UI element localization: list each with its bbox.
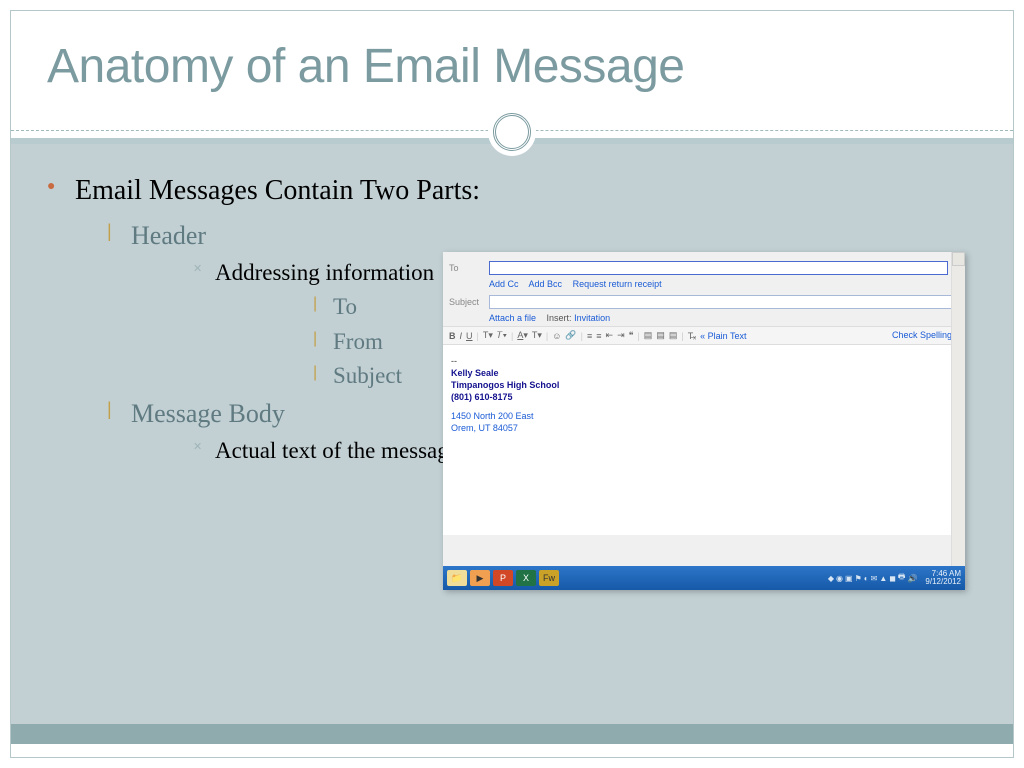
underline-icon[interactable]: U <box>466 331 473 341</box>
powerpoint-icon[interactable]: P <box>493 570 513 586</box>
signature-school: Timpanogos High School <box>451 379 957 391</box>
font-family-icon[interactable]: T▾ <box>483 330 493 341</box>
align-left-icon[interactable]: ▤ <box>644 330 653 341</box>
insert-invitation-link[interactable]: Invitation <box>574 313 610 323</box>
title-divider <box>11 126 1013 144</box>
signature-phone: (801) 610-8175 <box>451 391 957 403</box>
tray-icon[interactable]: 🖶 <box>898 571 906 585</box>
slide-title: Anatomy of an Email Message <box>47 39 977 94</box>
system-tray: ◆ ◉ ▣ ⚑ ◐ ✉ ▲ ◼ 🖶 🔊 7:46 AM 9/12/2012 <box>828 570 961 586</box>
media-player-icon[interactable]: ▶ <box>470 570 490 586</box>
explorer-icon[interactable]: 📁 <box>447 570 467 586</box>
bullet-main-text: Email Messages Contain Two Parts: <box>75 175 480 206</box>
header-label: Header <box>131 221 206 250</box>
tray-icon[interactable]: ◆ <box>828 574 834 583</box>
taskbar-date: 9/12/2012 <box>925 578 961 586</box>
add-bcc-link[interactable]: Add Bcc <box>529 279 563 289</box>
link-icon[interactable]: 🔗 <box>565 330 576 341</box>
italic-icon[interactable]: I <box>460 331 463 341</box>
font-size-icon[interactable]: 𝑇▾ <box>497 330 507 341</box>
quote-icon[interactable]: ❝ <box>629 330 634 341</box>
circle-ornament-icon <box>488 108 536 156</box>
email-compose-screenshot: To ◼ Add Cc Add Bcc Request return recei… <box>443 252 965 590</box>
indent-icon[interactable]: ⇥ <box>617 330 625 341</box>
tray-icon[interactable]: ✉ <box>871 574 878 583</box>
highlight-icon[interactable]: T▾ <box>532 330 542 341</box>
tray-icon[interactable]: 🔊 <box>907 574 917 583</box>
tray-icon[interactable]: ▲ <box>879 574 887 583</box>
to-input[interactable] <box>489 261 948 275</box>
tray-icon[interactable]: ◐ <box>864 574 869 583</box>
plain-text-link[interactable]: « Plain Text <box>700 331 746 341</box>
signature-address1: 1450 North 200 East <box>451 410 957 422</box>
footer-bar <box>11 724 1013 744</box>
bulleted-list-icon[interactable]: ≡ <box>596 331 601 341</box>
tray-icon[interactable]: ▣ <box>845 574 853 583</box>
content-area: Email Messages Contain Two Parts: Header… <box>11 144 1013 724</box>
scroll-up-icon[interactable] <box>952 252 965 266</box>
formatting-toolbar: B I U | T▾ 𝑇▾ | A▾ T▾ | ☺ 🔗 | ≡ ≡ ⇤ ⇥ ❝ … <box>443 326 965 345</box>
check-spelling-link[interactable]: Check Spelling ▾ <box>892 330 959 341</box>
bold-icon[interactable]: B <box>449 331 456 341</box>
to-field-label: To <box>449 263 489 273</box>
emoji-icon[interactable]: ☺ <box>552 331 561 341</box>
subject-field-label: Subject <box>449 297 489 307</box>
addressing-label: Addressing information <box>215 260 434 285</box>
text-color-icon[interactable]: A▾ <box>517 330 528 341</box>
numbered-list-icon[interactable]: ≡ <box>587 331 592 341</box>
slide-frame: Anatomy of an Email Message Email Messag… <box>10 10 1014 758</box>
tray-icon[interactable]: ◉ <box>836 574 843 583</box>
message-body-label: Message Body <box>131 399 285 428</box>
align-right-icon[interactable]: ▤ <box>669 330 678 341</box>
fireworks-icon[interactable]: Fw <box>539 570 559 586</box>
email-body-area[interactable]: -- Kelly Seale Timpanogos High School (8… <box>443 345 965 535</box>
tray-icon[interactable]: ⚑ <box>855 574 862 583</box>
windows-taskbar: 📁 ▶ P X Fw ◆ ◉ ▣ ⚑ ◐ ✉ ▲ ◼ 🖶 🔊 7: <box>443 566 965 590</box>
outdent-icon[interactable]: ⇤ <box>606 330 614 341</box>
scrollbar[interactable] <box>951 252 965 566</box>
excel-icon[interactable]: X <box>516 570 536 586</box>
add-cc-link[interactable]: Add Cc <box>489 279 519 289</box>
align-center-icon[interactable]: ▤ <box>656 330 665 341</box>
clear-format-icon[interactable]: T̶ₓ <box>688 331 696 341</box>
attach-file-link[interactable]: Attach a file <box>489 313 536 323</box>
request-receipt-link[interactable]: Request return receipt <box>573 279 662 289</box>
insert-label: Insert: <box>547 313 572 323</box>
signature-name: Kelly Seale <box>451 367 957 379</box>
subject-input[interactable] <box>489 295 959 309</box>
tray-icon[interactable]: ◼ <box>889 574 896 583</box>
signature-address2: Orem, UT 84057 <box>451 422 957 434</box>
